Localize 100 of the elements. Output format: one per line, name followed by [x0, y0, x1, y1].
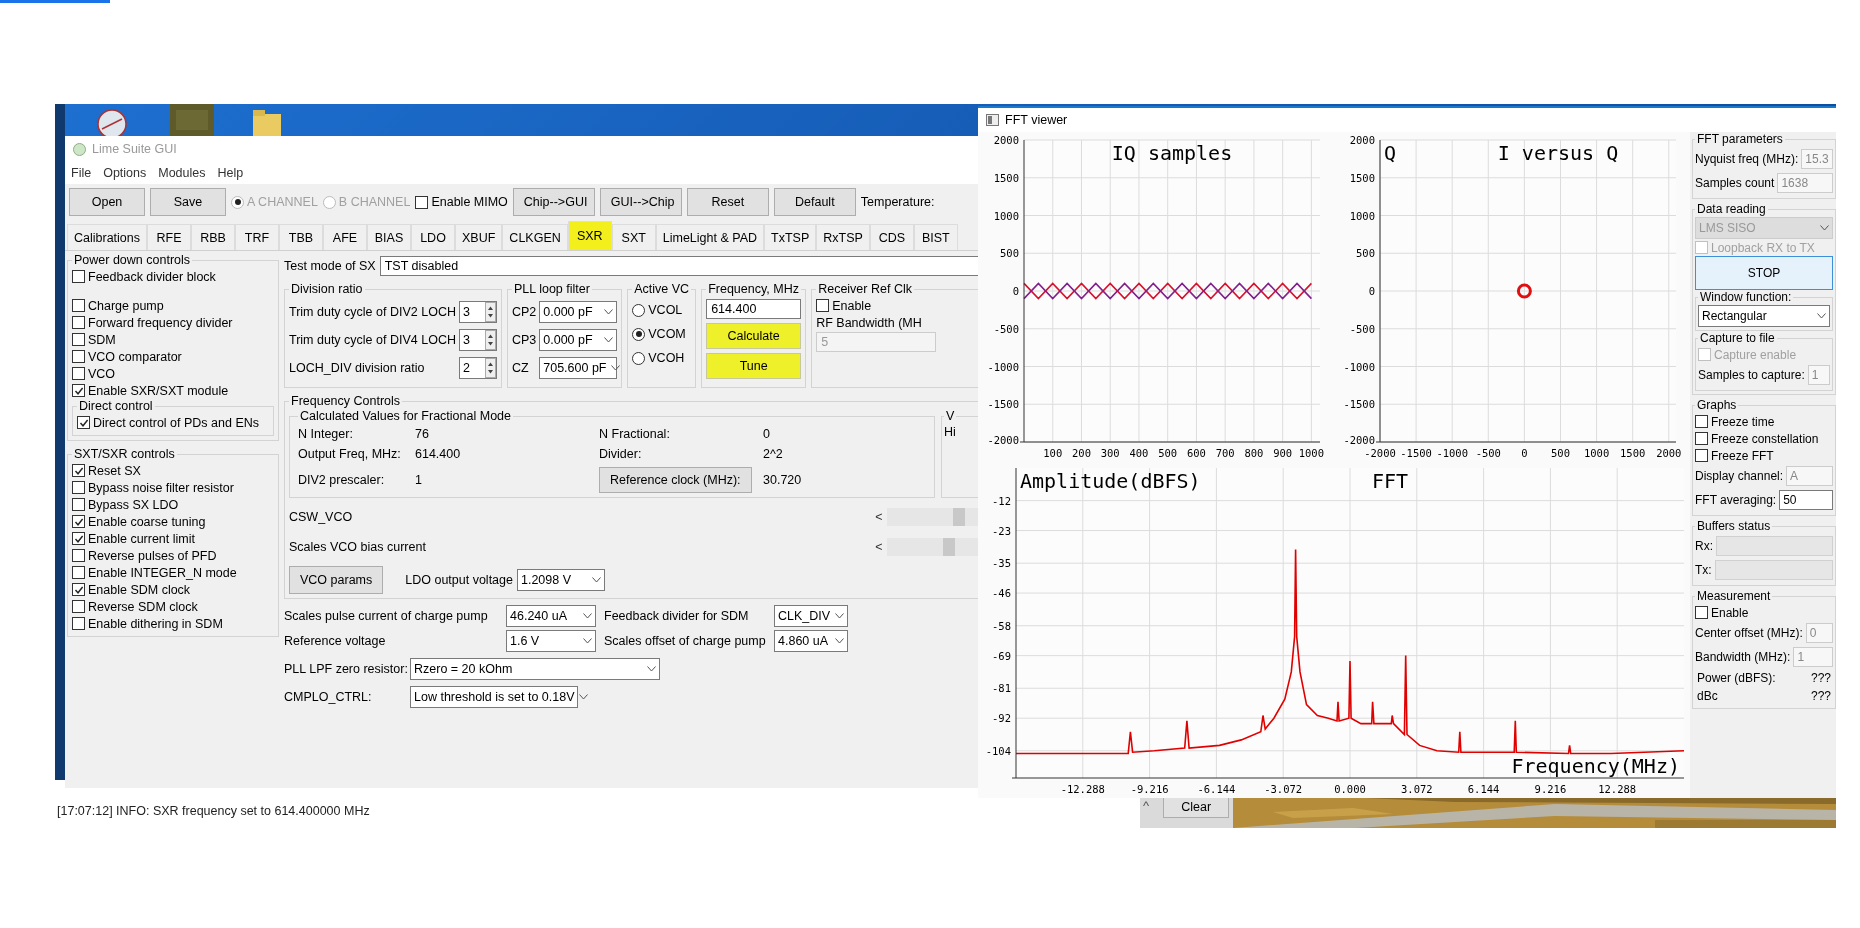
checkbox[interactable] [72, 384, 85, 397]
dropdown[interactable]: 4.860 uA [774, 630, 848, 652]
radio-button[interactable] [632, 351, 646, 365]
input-field[interactable]: 1 [1807, 365, 1830, 385]
radio-button[interactable] [231, 195, 244, 209]
tab[interactable]: CDS [869, 224, 914, 250]
checkbox[interactable] [72, 270, 85, 283]
stop-button[interactable]: STOP [1695, 256, 1833, 290]
checkbox-label[interactable]: Enable MIMO [431, 195, 508, 209]
slider[interactable] [887, 538, 978, 556]
slider-thumb[interactable] [943, 538, 955, 556]
checkbox[interactable] [72, 549, 85, 562]
checkbox-label[interactable]: VCO comparator [88, 349, 182, 364]
checkbox-label[interactable]: Enable SDM clock [88, 582, 191, 597]
checkbox-label[interactable]: Enable INTEGER_N mode [88, 565, 237, 580]
input-field[interactable]: 50 [1779, 490, 1833, 510]
slider[interactable] [887, 508, 978, 526]
radio-button[interactable] [322, 195, 336, 209]
checkbox[interactable] [72, 600, 85, 613]
checkbox[interactable] [1695, 432, 1708, 445]
checkbox-label[interactable]: Enable coarse tuning [88, 514, 206, 529]
checkbox[interactable] [816, 299, 830, 312]
checkbox-label[interactable]: Freeze constellation [1711, 431, 1819, 446]
checkbox-label[interactable]: Enable SXR/SXT module [88, 383, 229, 398]
dropdown[interactable]: 1.6 V [506, 630, 596, 652]
radio-label[interactable]: VCOL [648, 303, 683, 317]
checkbox-label[interactable]: SDM [88, 332, 116, 347]
tab[interactable]: AFE [323, 224, 367, 250]
checkbox[interactable] [415, 195, 429, 209]
checkbox[interactable] [1695, 449, 1708, 462]
input-field[interactable]: 614.400 [706, 299, 802, 319]
input-field[interactable]: TST disabled [379, 256, 978, 276]
spin-box[interactable]: 2 [458, 357, 497, 379]
action-button[interactable]: Calculate [706, 323, 802, 349]
dropdown[interactable]: 0.000 pF [539, 301, 618, 323]
tab[interactable]: BIAS [367, 224, 411, 250]
tab[interactable]: RBB [191, 224, 235, 250]
checkbox[interactable] [72, 481, 85, 494]
dropdown[interactable]: Rectangular [1698, 305, 1830, 327]
checkbox-label[interactable]: Bypass SX LDO [88, 497, 179, 512]
checkbox[interactable] [72, 498, 85, 511]
checkbox-label[interactable]: Forward frequency divider [88, 315, 233, 330]
spin-box[interactable]: 3 [458, 301, 497, 323]
checkbox-label[interactable]: Enable [1711, 605, 1749, 620]
radio-label[interactable]: VCOM [648, 327, 686, 341]
menu-item[interactable]: Modules [154, 166, 210, 180]
tab[interactable]: LDO [411, 224, 455, 250]
dropdown[interactable]: 46.240 uA [506, 605, 596, 627]
checkbox[interactable] [72, 333, 85, 346]
checkbox-label[interactable]: Enable dithering in SDM [88, 616, 223, 631]
checkbox[interactable] [72, 583, 85, 596]
radio-label[interactable]: VCOH [648, 351, 685, 365]
checkbox-label[interactable]: Reset SX [88, 463, 141, 478]
checkbox[interactable] [72, 617, 85, 630]
radio-button[interactable] [632, 327, 646, 341]
checkbox-label[interactable]: Direct control of PDs and ENs [93, 415, 260, 430]
checkbox[interactable] [72, 566, 85, 579]
checkbox-label[interactable]: Enable [832, 298, 872, 313]
disc-icon[interactable] [97, 109, 127, 139]
vco-params-button[interactable]: VCO params [289, 566, 384, 594]
clear-button[interactable]: Clear [1163, 796, 1230, 818]
menu-item[interactable]: Help [213, 166, 248, 180]
tab[interactable]: BIST [913, 224, 958, 250]
tab[interactable]: SXT [611, 224, 656, 250]
folder-icon[interactable] [253, 110, 281, 136]
tab[interactable]: TRF [235, 224, 279, 250]
tab[interactable]: CLKGEN [502, 224, 568, 250]
toolbar-button[interactable]: Open [69, 188, 145, 216]
checkbox-label[interactable]: Reverse SDM clock [88, 599, 198, 614]
checkbox-label[interactable]: Feedback divider block [88, 269, 216, 284]
toolbar-button[interactable]: Reset [686, 188, 769, 216]
checkbox[interactable] [77, 416, 90, 429]
checkbox[interactable] [72, 532, 85, 545]
checkbox[interactable] [72, 464, 85, 477]
tab[interactable]: Calibrations [67, 224, 147, 250]
toolbar-button[interactable]: Save [150, 188, 226, 216]
tab[interactable]: RxTSP [816, 224, 870, 250]
tab[interactable]: SXR [567, 221, 612, 250]
checkbox[interactable] [72, 316, 85, 329]
tab[interactable]: LimeLight & PAD [655, 224, 765, 250]
menu-item[interactable]: File [67, 166, 96, 180]
checkbox-label[interactable]: Reverse pulses of PFD [88, 548, 217, 563]
spin-box[interactable]: 3 [458, 329, 497, 351]
radio-button[interactable] [632, 303, 646, 317]
checkbox[interactable] [1695, 415, 1708, 428]
checkbox[interactable] [1695, 606, 1708, 619]
slider-thumb[interactable] [953, 508, 965, 526]
checkbox-label[interactable]: Freeze time [1711, 414, 1775, 429]
dropdown[interactable]: CLK_DIV [774, 605, 848, 627]
dropdown[interactable]: 1.2098 V [516, 569, 605, 591]
tab[interactable]: TxTSP [764, 224, 817, 250]
tab[interactable]: XBUF [455, 224, 503, 250]
checkbox-label[interactable]: Freeze FFT [1711, 448, 1774, 463]
checkbox[interactable] [72, 299, 85, 312]
dropdown[interactable]: 0.000 pF [539, 329, 618, 351]
action-button[interactable]: Tune [706, 353, 802, 379]
toolbar-button[interactable]: Chip-->GUI [512, 188, 595, 216]
checkbox-label[interactable]: Charge pump [88, 298, 164, 313]
input-field[interactable]: 0 [1805, 623, 1833, 643]
checkbox-label[interactable]: Bypass noise filter resistor [88, 480, 234, 495]
